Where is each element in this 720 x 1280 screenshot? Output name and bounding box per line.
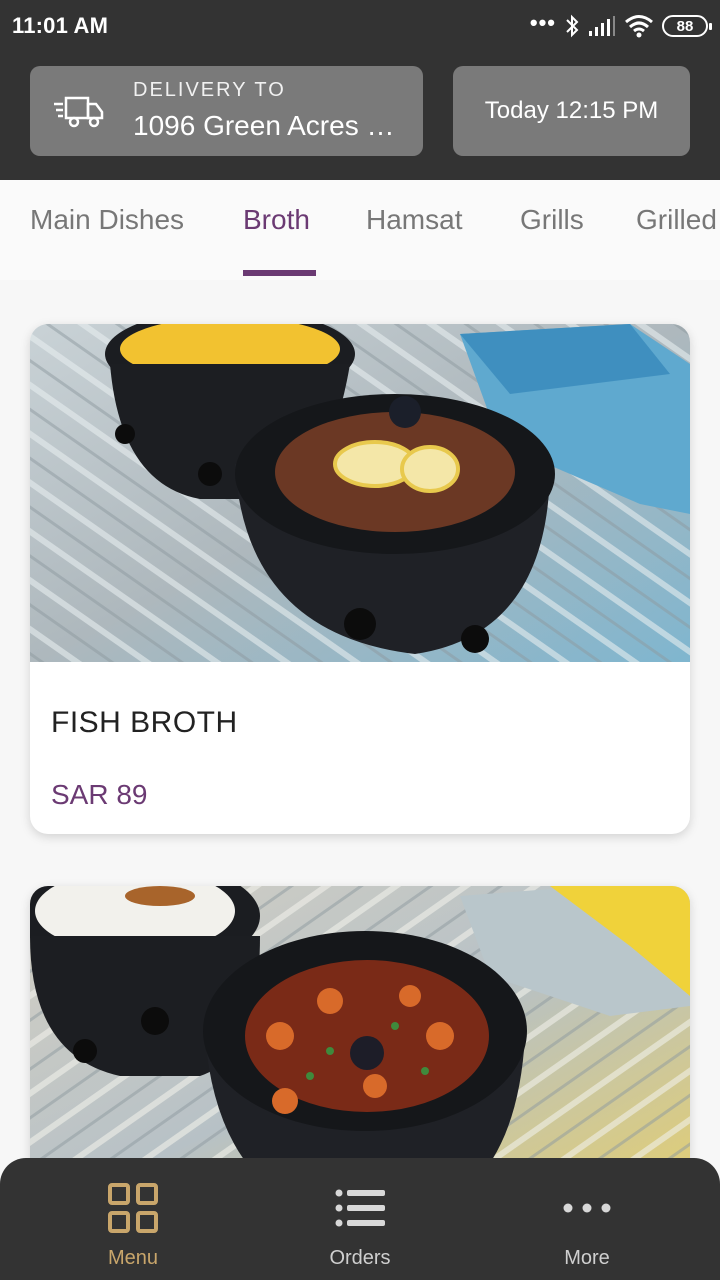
nav-more[interactable]: More — [487, 1158, 687, 1280]
more-dots-icon — [563, 1203, 611, 1213]
dish-card[interactable]: FISH BROTH SAR 89 — [30, 324, 690, 834]
app-header: DELIVERY TO 1096 Green Acres Road Today … — [0, 52, 720, 180]
status-bar: 11:01 AM ••• 88 — [0, 0, 720, 52]
nav-menu-label: Menu — [107, 1247, 159, 1269]
wifi-icon — [625, 15, 653, 38]
nav-more-label: More — [564, 1247, 610, 1269]
status-icons: ••• 88 — [529, 10, 712, 40]
status-time: 11:01 AM — [12, 13, 109, 38]
active-tab-indicator — [243, 270, 316, 276]
bluetooth-icon — [566, 14, 579, 38]
nav-orders[interactable]: Orders — [260, 1158, 460, 1280]
bottom-navigation: Menu Orders More — [0, 1158, 720, 1280]
nav-menu[interactable]: Menu — [33, 1158, 233, 1280]
dish-photo — [30, 324, 690, 662]
grid-icon — [108, 1183, 158, 1233]
signal-icon — [589, 16, 615, 36]
category-tabs: Main Dishes Broth Hamsat Grills Grilled — [0, 180, 720, 280]
list-icon — [335, 1189, 385, 1227]
tab-grills[interactable]: Grills — [520, 204, 584, 236]
tab-hamsat[interactable]: Hamsat — [366, 204, 462, 236]
delivery-truck-icon — [54, 96, 104, 128]
delivery-address: 1096 Green Acres Road — [133, 110, 408, 141]
notification-dots-icon: ••• — [529, 10, 556, 35]
dish-name: FISH BROTH — [51, 706, 238, 739]
delivery-time-button[interactable]: Today 12:15 PM — [453, 66, 690, 156]
delivery-address-button[interactable]: DELIVERY TO 1096 Green Acres Road — [30, 66, 423, 156]
dish-price: SAR 89 — [51, 779, 148, 810]
nav-orders-label: Orders — [329, 1247, 391, 1269]
delivery-label: DELIVERY TO — [133, 79, 286, 101]
battery-icon: 88 — [662, 15, 712, 37]
tab-grilled[interactable]: Grilled — [636, 204, 717, 236]
tab-broth[interactable]: Broth — [243, 204, 310, 236]
tab-main-dishes[interactable]: Main Dishes — [30, 204, 184, 236]
